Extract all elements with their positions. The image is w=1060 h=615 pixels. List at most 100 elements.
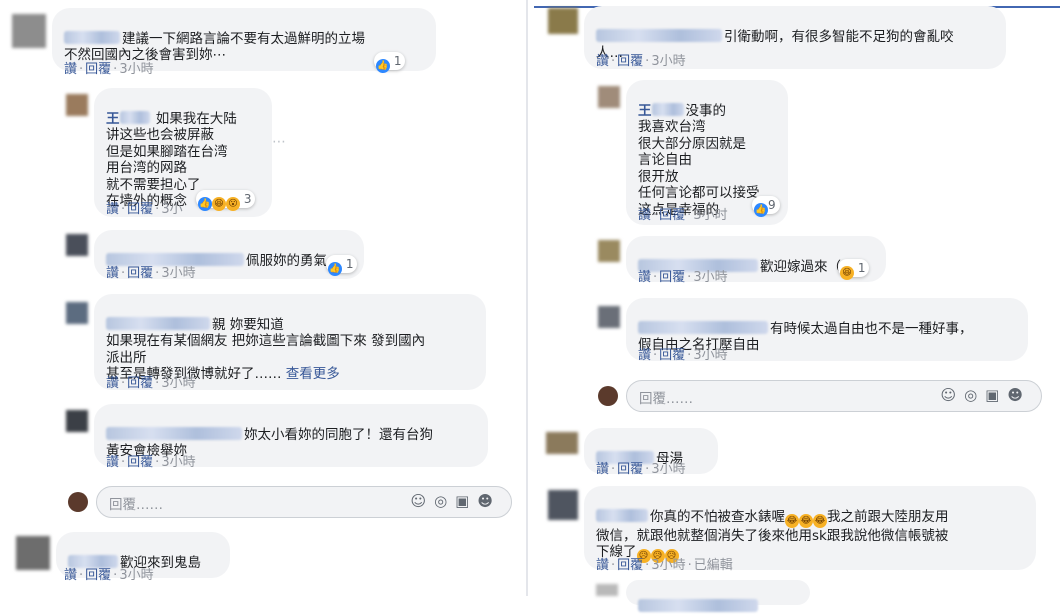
more-icon[interactable]: ⋯ <box>272 134 286 150</box>
reply-button[interactable]: 回覆 <box>127 266 153 281</box>
haha-icon: 😂 <box>813 513 827 528</box>
comment-text: 我喜欢台湾 很大部分原因就是 言论自由 很开放 任何言论都可以接受 这点是幸福的 <box>638 119 760 218</box>
like-icon: 👍 <box>376 59 390 73</box>
comment-actions: 讚 · 回覆 · 3小時 <box>596 54 686 69</box>
reply-button[interactable]: 回覆 <box>659 208 685 223</box>
timestamp[interactable]: 3小時 <box>693 270 727 285</box>
reaction-count[interactable]: 😆 1 <box>838 259 870 280</box>
like-button[interactable]: 讚 <box>638 208 651 223</box>
avatar[interactable] <box>548 490 578 520</box>
avatar[interactable] <box>598 306 620 328</box>
haha-icon: 😂 <box>799 513 813 528</box>
comment-actions: 讚 · 回覆 · 3小時 <box>638 270 728 285</box>
reply-button[interactable]: 回覆 <box>85 568 111 583</box>
avatar[interactable] <box>66 302 88 324</box>
timestamp[interactable]: 3小時 <box>651 462 685 477</box>
timestamp[interactable]: 3小时 <box>693 208 727 223</box>
comment-actions: 讚 · 回覆 · 3小時 <box>638 348 728 363</box>
comment-actions: 讚 · 回覆 · 3小時 · 已編輯 <box>596 558 733 573</box>
edited-label: 已編輯 <box>693 558 733 573</box>
haha-icon: 😂 <box>785 513 799 528</box>
haha-icon: 😆 <box>840 266 854 280</box>
comment-actions: 讚 · 回覆 · 3小時 <box>64 568 154 583</box>
like-button[interactable]: 讚 <box>64 62 77 77</box>
commenter-name[interactable] <box>596 28 722 42</box>
avatar[interactable] <box>598 240 620 262</box>
sticker-icon[interactable]: ☻ <box>477 492 501 510</box>
timestamp[interactable]: 3小時 <box>651 558 685 573</box>
reaction-count[interactable]: 👍 1 <box>326 255 358 276</box>
timestamp[interactable]: 3小時 <box>693 348 727 363</box>
avatar[interactable] <box>66 234 88 256</box>
avatar[interactable] <box>12 14 46 48</box>
left-comment-thread: 建議一下網路言論不要有太過鮮明的立場 不然回國內之後會害到妳⋯ 👍 1 讚 · 回覆… <box>0 0 524 596</box>
reaction-count[interactable]: 👍 😆 😮 3 <box>196 190 256 211</box>
avatar[interactable] <box>16 536 50 570</box>
gif-icon[interactable]: ▣ <box>455 492 477 510</box>
reply-button[interactable]: 回覆 <box>127 202 153 217</box>
timestamp[interactable]: 3小時 <box>119 62 153 77</box>
haha-icon: 😆 <box>212 197 226 211</box>
comment-actions: 讚 · 回覆 · 3小 <box>106 202 183 217</box>
like-button[interactable]: 讚 <box>64 568 77 583</box>
like-button[interactable]: 讚 <box>596 558 609 573</box>
reply-button[interactable]: 回覆 <box>617 54 643 69</box>
reply-button[interactable]: 回覆 <box>85 62 111 77</box>
timestamp[interactable]: 3小時 <box>161 376 195 391</box>
reply-button[interactable]: 回覆 <box>617 558 643 573</box>
comment-text: 佩服妳的勇氣 <box>246 252 327 269</box>
commenter-name[interactable] <box>651 102 684 116</box>
comment-actions: 讚 · 回覆 · 3小时 <box>638 208 728 223</box>
avatar[interactable] <box>598 86 620 108</box>
reply-input[interactable]: 回覆…… ☺◎▣☻ <box>626 380 1042 412</box>
comment-bubble <box>626 580 810 612</box>
camera-icon[interactable]: ◎ <box>964 386 985 404</box>
current-user-avatar <box>68 492 88 512</box>
avatar[interactable] <box>66 410 88 432</box>
like-button[interactable]: 讚 <box>106 455 119 470</box>
sticker-icon[interactable]: ☻ <box>1007 386 1031 404</box>
commenter-name[interactable] <box>106 316 210 330</box>
like-button[interactable]: 讚 <box>106 202 119 217</box>
right-comment-thread: 引衛動啊，有很多智能不足狗的會亂咬 人… 讚 · 回覆 · 3小時 王没事的 我喜欢台湾… <box>532 0 1060 612</box>
reply-button[interactable]: 回覆 <box>127 455 153 470</box>
like-button[interactable]: 讚 <box>596 54 609 69</box>
commenter-name[interactable] <box>64 30 120 44</box>
like-button[interactable]: 讚 <box>596 462 609 477</box>
avatar[interactable] <box>596 584 618 596</box>
current-user-avatar <box>598 386 618 406</box>
reply-button[interactable]: 回覆 <box>617 462 643 477</box>
like-button[interactable]: 讚 <box>638 348 651 363</box>
avatar[interactable] <box>546 432 578 454</box>
like-button[interactable]: 讚 <box>638 270 651 285</box>
comment-actions: 讚 · 回覆 · 3小時 <box>106 266 196 281</box>
reply-button[interactable]: 回覆 <box>127 376 153 391</box>
timestamp[interactable]: 3小時 <box>119 568 153 583</box>
reply-button[interactable]: 回覆 <box>659 270 685 285</box>
commenter-name[interactable] <box>106 426 242 440</box>
see-more-link[interactable]: 查看更多 <box>286 366 340 382</box>
commenter-name[interactable] <box>638 598 758 612</box>
timestamp[interactable]: 3小時 <box>651 54 685 69</box>
avatar[interactable] <box>548 8 578 34</box>
comment-actions: 讚 · 回覆 · 3小時 <box>106 376 196 391</box>
commenter-name[interactable] <box>596 508 648 522</box>
timestamp[interactable]: 3小時 <box>161 266 195 281</box>
reaction-count[interactable]: 👍9 <box>752 196 780 217</box>
camera-icon[interactable]: ◎ <box>434 492 455 510</box>
reply-input[interactable]: 回覆…… ☺◎▣☻ <box>96 486 512 518</box>
comment-actions: 讚 · 回覆 · 3小時 <box>106 455 196 470</box>
like-icon: 👍 <box>328 262 342 276</box>
like-button[interactable]: 讚 <box>106 376 119 391</box>
emoji-icon[interactable]: ☺ <box>410 492 434 510</box>
avatar[interactable] <box>66 94 88 116</box>
timestamp[interactable]: 3小時 <box>161 455 195 470</box>
timestamp[interactable]: 3小 <box>161 202 182 217</box>
reaction-count[interactable]: 👍 1 <box>374 52 406 73</box>
reply-button[interactable]: 回覆 <box>659 348 685 363</box>
like-button[interactable]: 讚 <box>106 266 119 281</box>
gif-icon[interactable]: ▣ <box>985 386 1007 404</box>
commenter-name[interactable] <box>638 320 768 334</box>
commenter-name[interactable] <box>119 110 150 124</box>
emoji-icon[interactable]: ☺ <box>940 386 964 404</box>
